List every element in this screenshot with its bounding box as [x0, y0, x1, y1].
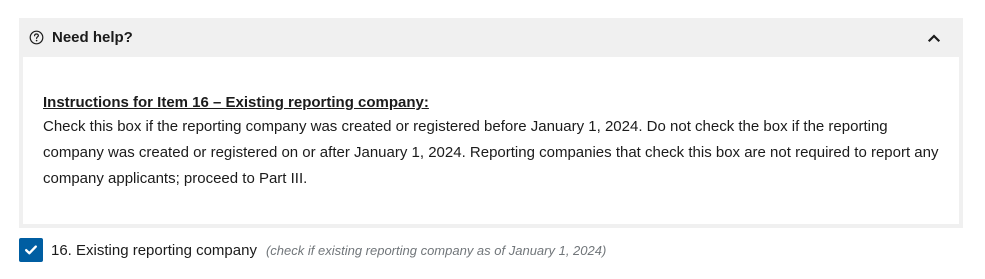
existing-reporting-company-field: 16. Existing reporting company (check if… [19, 238, 606, 262]
instructions-text: Check this box if the reporting company … [43, 118, 939, 187]
help-content: Instructions for Item 16 – Existing repo… [23, 57, 959, 224]
existing-reporting-company-checkbox[interactable] [19, 238, 43, 262]
help-title: Need help? [52, 29, 133, 46]
instructions-heading: Instructions for Item 16 – Existing repo… [43, 94, 429, 111]
help-accordion-toggle[interactable]: Need help? [19, 18, 963, 57]
chevron-up-icon[interactable] [927, 31, 941, 45]
existing-reporting-company-hint: (check if existing reporting company as … [265, 242, 607, 258]
question-circle-icon [29, 30, 44, 45]
help-accordion: Need help? Instructions for Item 16 – Ex… [19, 18, 963, 228]
existing-reporting-company-label[interactable]: 16. Existing reporting company [51, 242, 257, 259]
checkmark-icon [25, 245, 37, 255]
